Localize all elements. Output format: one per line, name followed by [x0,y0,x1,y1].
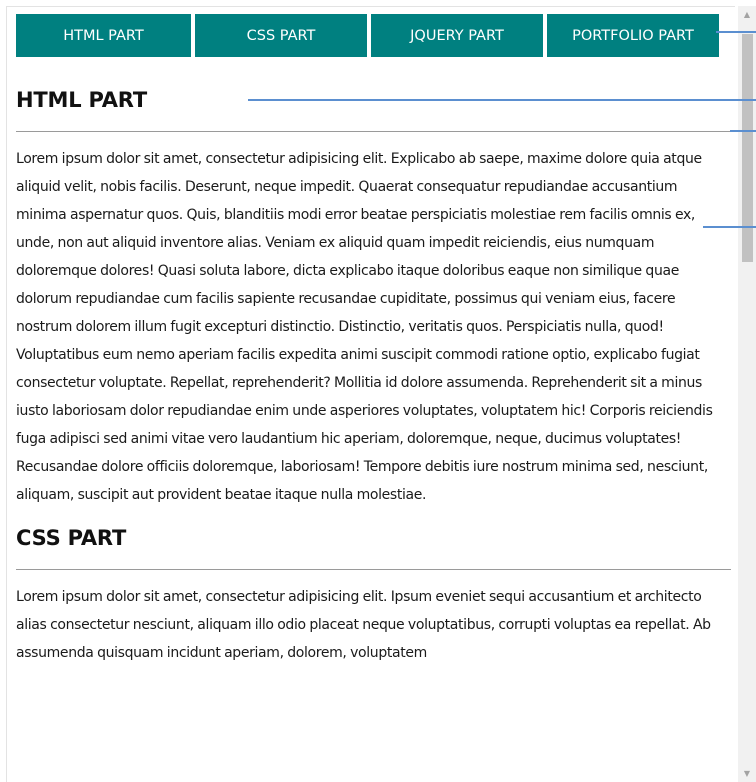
section-divider [16,131,731,132]
nav-css-part-button[interactable]: CSS PART [195,14,367,57]
vertical-scrollbar[interactable]: ▲ ▼ [738,6,756,782]
page-content: HTML PART CSS PART JQUERY PART PORTFOLIO… [16,14,731,667]
section-paragraph: Lorem ipsum dolor sit amet, consectetur … [16,589,711,661]
page-viewport: HTML PART CSS PART JQUERY PART PORTFOLIO… [6,6,735,782]
section-divider [16,569,731,570]
scroll-down-icon[interactable]: ▼ [738,765,756,782]
annotation-pointer-line [730,130,756,132]
nav-jquery-part-button[interactable]: JQUERY PART [371,14,543,57]
html-part-section: HTML PART Lorem ipsum dolor sit amet, co… [16,87,731,509]
annotation-pointer-line [703,226,756,228]
css-part-section: CSS PART Lorem ipsum dolor sit amet, con… [16,525,731,667]
scroll-up-icon[interactable]: ▲ [738,6,756,23]
annotation-pointer-line [716,31,756,33]
section-paragraph: Lorem ipsum dolor sit amet, consectetur … [16,151,713,503]
top-nav: HTML PART CSS PART JQUERY PART PORTFOLIO… [16,14,731,57]
section-heading: CSS PART [16,526,127,550]
nav-portfolio-part-button[interactable]: PORTFOLIO PART [547,14,719,57]
nav-html-part-button[interactable]: HTML PART [16,14,191,57]
annotation-pointer-line [248,99,756,101]
